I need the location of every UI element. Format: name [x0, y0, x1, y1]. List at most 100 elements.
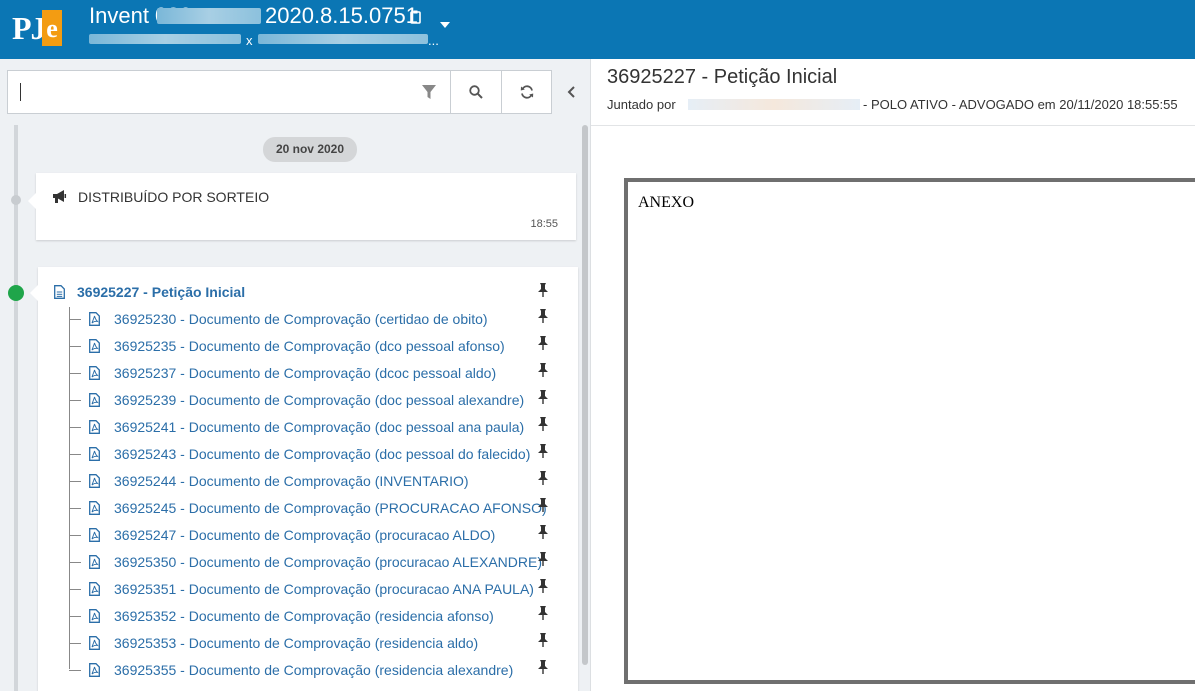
pin-icon[interactable] — [538, 633, 548, 647]
file-pdf-icon — [89, 555, 100, 569]
attachment-label: 36925244 - Documento de Comprovação (INV… — [114, 473, 469, 489]
attachment-item[interactable]: 36925243 - Documento de Comprovação (doc… — [69, 445, 559, 463]
attachment-item[interactable]: 36925351 - Documento de Comprovação (pro… — [69, 580, 559, 598]
event-card[interactable]: DISTRIBUÍDO POR SORTEIO 18:55 — [28, 173, 576, 240]
file-pdf-icon — [89, 447, 100, 461]
event-label: DISTRIBUÍDO POR SORTEIO — [78, 189, 270, 205]
file-pdf-icon — [89, 366, 100, 380]
attachment-item[interactable]: 36925350 - Documento de Comprovação (pro… — [69, 553, 559, 571]
tree-branch — [69, 454, 81, 455]
attachment-label: 36925353 - Documento de Comprovação (res… — [114, 635, 479, 651]
tree-branch — [69, 481, 81, 482]
pin-icon[interactable] — [538, 390, 548, 404]
pin-icon[interactable] — [538, 660, 548, 674]
versus-label: x — [246, 33, 253, 48]
pin-icon[interactable] — [538, 283, 548, 297]
search-input[interactable] — [8, 71, 408, 113]
attachment-item[interactable]: 36925355 - Documento de Comprovação (res… — [69, 661, 559, 679]
attachment-item[interactable]: 36925235 - Documento de Comprovação (dco… — [69, 337, 559, 355]
pin-icon[interactable] — [538, 606, 548, 620]
document-card: 36925227 - Petição Inicial 36925230 - Do… — [30, 267, 578, 691]
search-button[interactable] — [450, 71, 501, 113]
file-pdf-icon — [89, 474, 100, 488]
pin-icon[interactable] — [538, 444, 548, 458]
chevron-left-icon[interactable] — [565, 84, 579, 100]
pin-icon[interactable] — [538, 336, 548, 350]
date-label: 20 nov 2020 — [263, 137, 357, 162]
tree-branch — [69, 508, 81, 509]
attachment-label: 36925230 - Documento de Comprovação (cer… — [114, 311, 488, 327]
juntado-prefix: Juntado por — [607, 97, 676, 112]
document-content-text: ANEXO — [638, 194, 694, 211]
file-pdf-icon — [89, 339, 100, 353]
file-pdf-icon — [89, 609, 100, 623]
redacted-party-name-2 — [258, 34, 428, 44]
attachment-item[interactable]: 36925241 - Documento de Comprovação (doc… — [69, 418, 559, 436]
attachment-item[interactable]: 36925239 - Documento de Comprovação (doc… — [69, 391, 559, 409]
pin-icon[interactable] — [538, 498, 548, 512]
pin-icon[interactable] — [538, 417, 548, 431]
pin-icon[interactable] — [538, 552, 548, 566]
file-pdf-icon — [89, 582, 100, 596]
tree-branch — [69, 643, 81, 644]
text-cursor — [20, 83, 21, 101]
filter-button[interactable] — [408, 71, 450, 113]
juntado-details: - POLO ATIVO - ADVOGADO em 20/11/2020 18… — [863, 97, 1178, 112]
pin-icon[interactable] — [538, 309, 548, 323]
refresh-icon — [520, 85, 534, 99]
logo-text: PJ — [12, 10, 47, 46]
file-pdf-icon — [89, 636, 100, 650]
file-pdf-icon — [89, 393, 100, 407]
file-pdf-icon — [89, 528, 100, 542]
refresh-button[interactable] — [501, 71, 552, 113]
caret-down-icon[interactable] — [440, 22, 450, 28]
divider — [591, 125, 1195, 126]
pin-icon[interactable] — [538, 525, 548, 539]
pje-logo[interactable]: PJ e — [9, 6, 63, 50]
tree-branch — [69, 670, 81, 671]
file-text-icon — [54, 285, 65, 299]
copy-icon[interactable] — [410, 10, 422, 24]
main-document-link[interactable]: 36925227 - Petição Inicial — [54, 284, 554, 302]
attachment-item[interactable]: 36925230 - Documento de Comprovação (cer… — [69, 310, 559, 328]
attachment-label: 36925243 - Documento de Comprovação (doc… — [114, 446, 531, 462]
attachment-item[interactable]: 36925247 - Documento de Comprovação (pro… — [69, 526, 559, 544]
file-pdf-icon — [89, 663, 100, 677]
tree-branch — [69, 346, 81, 347]
search-icon — [469, 85, 483, 99]
attachment-item[interactable]: 36925352 - Documento de Comprovação (res… — [69, 607, 559, 625]
tree-branch — [69, 562, 81, 563]
scrollbar[interactable] — [582, 125, 588, 665]
attachment-label: 36925245 - Documento de Comprovação (PRO… — [114, 500, 547, 516]
attachment-label: 36925355 - Documento de Comprovação (res… — [114, 662, 514, 678]
top-bar: PJ e Invent 080 2020.8.15.0751 x ... — [0, 0, 1195, 59]
timeline-panel: 20 nov 2020 DISTRIBUÍDO POR SORTEIO 18:5… — [0, 59, 590, 691]
pin-icon[interactable] — [538, 363, 548, 377]
timeline-list: 20 nov 2020 DISTRIBUÍDO POR SORTEIO 18:5… — [0, 125, 590, 691]
attachment-item[interactable]: 36925245 - Documento de Comprovação (PRO… — [69, 499, 559, 517]
pin-icon[interactable] — [538, 471, 548, 485]
document-title: 36925227 - Petição Inicial — [607, 66, 838, 88]
tree-branch — [69, 400, 81, 401]
attachment-label: 36925239 - Documento de Comprovação (doc… — [114, 392, 525, 408]
search-bar — [7, 70, 552, 114]
tree-branch — [69, 373, 81, 374]
file-pdf-icon — [89, 501, 100, 515]
filter-icon — [422, 85, 436, 99]
attachment-label: 36925237 - Documento de Comprovação (dco… — [114, 365, 497, 381]
attachment-item[interactable]: 36925237 - Documento de Comprovação (dco… — [69, 364, 559, 382]
tree-branch — [69, 319, 81, 320]
file-pdf-icon — [89, 420, 100, 434]
attachment-label: 36925352 - Documento de Comprovação (res… — [114, 608, 494, 624]
timeline-active-dot — [8, 285, 24, 301]
attachment-label: 36925351 - Documento de Comprovação (pro… — [114, 581, 534, 597]
attachment-item[interactable]: 36925353 - Documento de Comprovação (res… — [69, 634, 559, 652]
tree-branch — [69, 535, 81, 536]
attachment-label: 36925247 - Documento de Comprovação (pro… — [114, 527, 496, 543]
pin-icon[interactable] — [538, 579, 548, 593]
document-viewer-panel: 36925227 - Petição Inicial Juntado por -… — [590, 59, 1195, 691]
document-content-frame[interactable]: ANEXO — [624, 178, 1195, 684]
attachment-item[interactable]: 36925244 - Documento de Comprovação (INV… — [69, 472, 559, 490]
tree-branch — [69, 589, 81, 590]
timeline-dot — [11, 195, 21, 205]
